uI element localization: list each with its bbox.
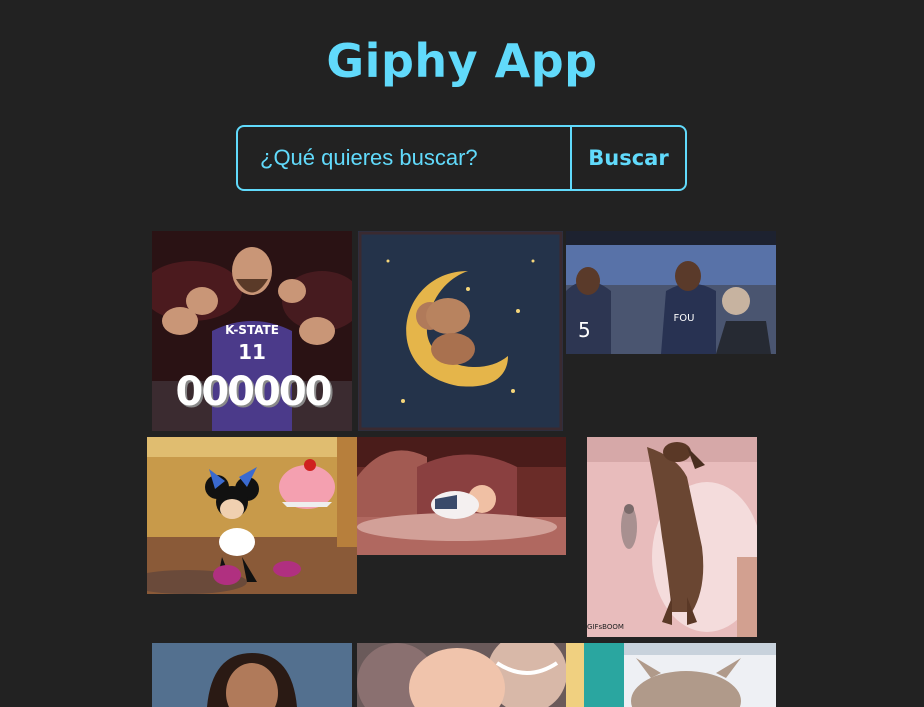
- gif-kstate-basketball-fan[interactable]: K-STATE 11 000000: [152, 231, 352, 431]
- gif-baby-on-couch[interactable]: [357, 437, 566, 555]
- gif-cartoon-owl[interactable]: [566, 643, 776, 707]
- gif-teddy-bear-moon[interactable]: [358, 231, 563, 431]
- gif-dog-in-bathtub[interactable]: GIFsBOOM: [587, 437, 757, 637]
- gif-minnie-mouse-cake[interactable]: [147, 437, 357, 594]
- gif-laughing-baby[interactable]: [357, 643, 566, 707]
- svg-text:5: 5: [578, 318, 591, 342]
- search-button[interactable]: Buscar: [572, 127, 685, 189]
- gif-man-portrait[interactable]: [152, 643, 352, 707]
- page-title: Giphy App: [326, 34, 598, 88]
- gif-overlay-text: 000000: [175, 369, 333, 415]
- giphy-app: Giphy App Buscar K-STATE 11 000000: [0, 0, 924, 707]
- svg-text:K-STATE: K-STATE: [225, 323, 279, 337]
- jersey-text: FOU: [674, 313, 695, 324]
- search-form: Buscar: [236, 125, 687, 191]
- gif-basketball-players-celebrating[interactable]: FOU 5: [566, 231, 776, 354]
- search-input[interactable]: [238, 127, 572, 189]
- svg-text:11: 11: [238, 340, 266, 364]
- gif-watermark: GIFsBOOM: [587, 623, 624, 631]
